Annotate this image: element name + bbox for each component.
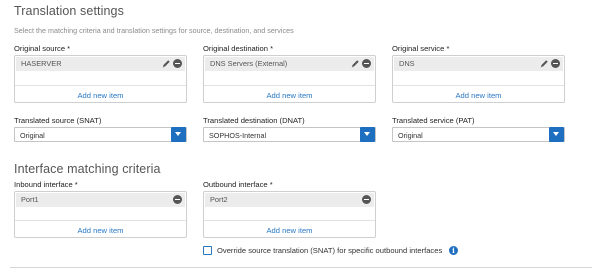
list-divider (204, 85, 375, 86)
translated-service-label: Translated service (PAT) (392, 116, 475, 125)
original-source-label: Original source * (14, 44, 71, 53)
translation-settings-subtitle: Select the matching criteria and transla… (14, 26, 294, 35)
list-divider (15, 220, 186, 221)
list-divider (15, 85, 186, 86)
original-source-item-text: HASERVER (21, 59, 62, 68)
inbound-interface-add-button[interactable]: Add new item (15, 226, 186, 235)
chevron-down-icon[interactable] (171, 127, 186, 142)
outbound-interface-list: Port2 Add new item (203, 191, 376, 238)
override-snat-checkbox[interactable] (203, 246, 212, 255)
original-service-list: DNS Add new item (392, 55, 565, 103)
translated-destination-label: Translated destination (DNAT) (203, 116, 305, 125)
edit-pencil-icon[interactable] (350, 58, 360, 69)
original-service-item: DNS (394, 57, 563, 71)
interface-matching-title: Interface matching criteria (14, 162, 161, 176)
chevron-down-icon[interactable] (360, 127, 375, 142)
original-service-add-button[interactable]: Add new item (393, 91, 564, 100)
outbound-interface-add-button[interactable]: Add new item (204, 226, 375, 235)
translated-service-select[interactable]: Original (392, 127, 565, 142)
outbound-interface-label: Outbound interface * (203, 180, 273, 189)
info-icon[interactable]: i (449, 246, 458, 255)
original-destination-item: DNS Servers (External) (205, 57, 374, 71)
original-destination-item-text: DNS Servers (External) (210, 59, 288, 68)
original-source-item: HASERVER (16, 57, 185, 71)
outbound-interface-item: Port2 (205, 193, 374, 207)
edit-pencil-icon[interactable] (539, 58, 549, 69)
inbound-interface-item-text: Port1 (21, 195, 39, 204)
remove-item-icon[interactable] (362, 195, 371, 204)
chevron-down-icon[interactable] (549, 127, 564, 142)
list-divider (204, 220, 375, 221)
translated-source-select[interactable]: Original (14, 127, 187, 142)
original-service-label: Original service * (392, 44, 450, 53)
remove-item-icon[interactable] (551, 59, 560, 68)
original-destination-add-button[interactable]: Add new item (204, 91, 375, 100)
section-divider (10, 267, 592, 268)
edit-pencil-icon[interactable] (161, 58, 171, 69)
remove-item-icon[interactable] (173, 59, 182, 68)
remove-item-icon[interactable] (362, 59, 371, 68)
original-service-item-text: DNS (399, 59, 415, 68)
remove-item-icon[interactable] (173, 195, 182, 204)
original-destination-list: DNS Servers (External) Add new item (203, 55, 376, 103)
inbound-interface-list: Port1 Add new item (14, 191, 187, 238)
original-source-list: HASERVER Add new item (14, 55, 187, 103)
translated-source-value: Original (20, 131, 45, 140)
list-divider (393, 85, 564, 86)
inbound-interface-label: Inbound interface * (14, 180, 78, 189)
translated-service-value: Original (398, 131, 423, 140)
translated-destination-value: SOPHOS-Internal (209, 131, 267, 140)
translated-destination-select[interactable]: SOPHOS-Internal (203, 127, 376, 142)
outbound-interface-item-text: Port2 (210, 195, 228, 204)
translated-source-label: Translated source (SNAT) (14, 116, 102, 125)
inbound-interface-item: Port1 (16, 193, 185, 207)
original-destination-label: Original destination * (203, 44, 274, 53)
original-source-add-button[interactable]: Add new item (15, 91, 186, 100)
translation-settings-title: Translation settings (14, 4, 124, 18)
override-snat-label: Override source translation (SNAT) for s… (217, 246, 443, 255)
